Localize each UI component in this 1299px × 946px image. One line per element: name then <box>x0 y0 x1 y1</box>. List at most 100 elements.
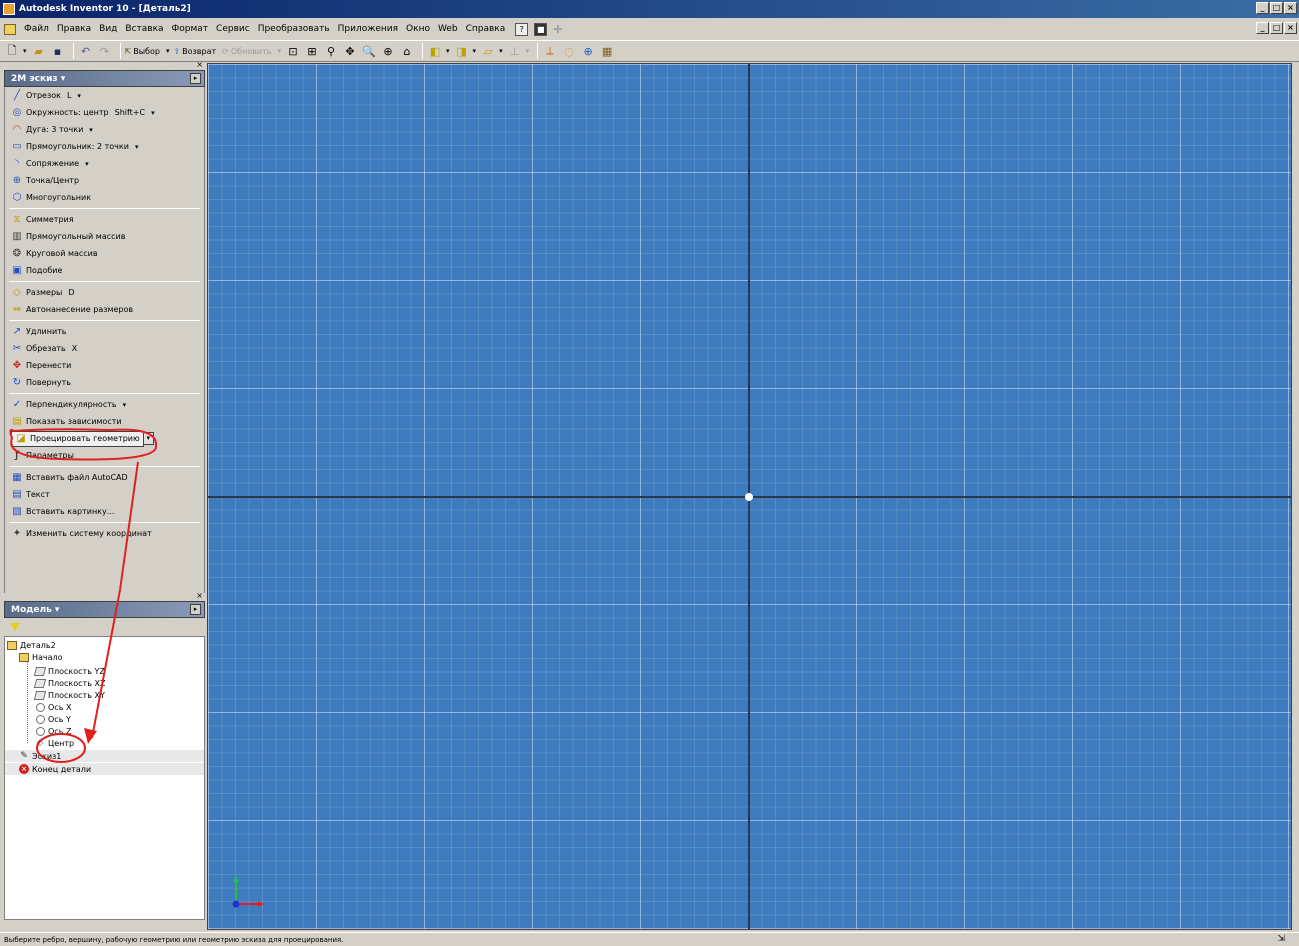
menu-view[interactable]: Вид <box>95 24 121 34</box>
project-geometry-button[interactable]: ◪ Проецировать геометрию <box>11 430 144 447</box>
doc-maximize-button[interactable]: □ <box>1270 22 1283 34</box>
menu-convert[interactable]: Преобразовать <box>254 24 334 34</box>
command-text[interactable]: ▤ Текст <box>5 486 204 503</box>
document-icon[interactable] <box>4 23 16 35</box>
origin-point[interactable] <box>745 493 753 501</box>
look-at-icon[interactable]: ⌂ <box>399 43 415 59</box>
command-line[interactable]: ╱ Отрезок L ▾ <box>5 87 204 104</box>
filter-icon[interactable] <box>10 623 20 631</box>
menu-insert[interactable]: Вставка <box>121 24 167 34</box>
maximize-button[interactable]: □ <box>1270 2 1283 14</box>
panel-close-icon[interactable]: × <box>196 60 203 69</box>
ground-shadow-icon[interactable]: ▱ <box>480 43 496 59</box>
doc-close-button[interactable]: × <box>1284 22 1297 34</box>
command-polygon[interactable]: ⬡ Многоугольник <box>5 189 204 206</box>
command-rect-pattern[interactable]: ▥ Прямоугольный массив <box>5 228 204 245</box>
browser-expand-icon[interactable]: ▸ <box>190 604 201 615</box>
redo-icon[interactable]: ↷ <box>97 43 113 59</box>
tree-item[interactable]: Ось Z <box>35 725 71 737</box>
grid-icon[interactable]: ▦ <box>599 43 615 59</box>
new-file-icon[interactable]: 🗋 <box>4 43 20 59</box>
section-dropdown-icon[interactable]: ▾ <box>526 47 530 55</box>
zoom-icon[interactable]: ⚲ <box>323 43 339 59</box>
chevron-down-icon[interactable]: ▾ <box>151 109 155 117</box>
crosshair-icon[interactable]: ✛ <box>553 23 562 36</box>
tree-item[interactable]: Плоскость XZ <box>33 677 105 689</box>
menu-tools[interactable]: Сервис <box>212 24 254 34</box>
shaded-display-icon[interactable]: ◧ <box>427 43 443 59</box>
tree-item[interactable]: Плоскость YZ <box>33 665 105 677</box>
update-dropdown-icon[interactable]: ▾ <box>278 47 282 55</box>
tree-item[interactable]: Плоскость XY <box>33 689 105 701</box>
panel-toggle-icon[interactable]: ■ <box>534 22 548 36</box>
command-circ-pattern[interactable]: ❂ Круговой массив <box>5 245 204 262</box>
tree-item[interactable]: Начало <box>19 651 63 663</box>
chevron-down-icon[interactable]: ▾ <box>135 143 139 151</box>
return-button[interactable]: ⇧ Возврат <box>173 47 216 56</box>
command-constraints[interactable]: ▤ Показать зависимости <box>5 413 204 430</box>
camera-icon[interactable]: ◨ <box>454 43 470 59</box>
command-dimension[interactable]: ◇ Размеры D <box>5 284 204 301</box>
camera-dropdown-icon[interactable]: ▾ <box>473 47 477 55</box>
slice-icon[interactable]: ⟂ <box>542 43 558 59</box>
resize-grip-icon[interactable]: ⇲ <box>1277 934 1285 944</box>
sketch-panel-header[interactable]: 2М эскиз ▾ ▸ <box>4 70 205 87</box>
close-button[interactable]: × <box>1284 2 1297 14</box>
chevron-down-icon[interactable]: ▾ <box>89 126 93 134</box>
save-icon[interactable]: ▪ <box>50 43 66 59</box>
chevron-down-icon[interactable]: ▾ <box>143 432 154 445</box>
menu-edit[interactable]: Правка <box>53 24 95 34</box>
model-panel-header[interactable]: Модель ▾ ▸ <box>4 601 205 618</box>
command-extend[interactable]: ↗ Удлинить <box>5 323 204 340</box>
tree-item[interactable]: Ось Y <box>35 713 71 725</box>
sketch-view-icon[interactable]: ◌ <box>561 43 577 59</box>
chevron-down-icon[interactable]: ▾ <box>123 401 127 409</box>
command-move[interactable]: ✥ Перенести <box>5 357 204 374</box>
minimize-button[interactable]: _ <box>1256 2 1269 14</box>
command-rectangle[interactable]: ▭ Прямоугольник: 2 точки ▾ <box>5 138 204 155</box>
command-fillet[interactable]: ◝ Сопряжение ▾ <box>5 155 204 172</box>
select-button[interactable]: ⇱ Выбор <box>125 47 160 56</box>
pan-icon[interactable]: ✥ <box>342 43 358 59</box>
panel-expand-icon[interactable]: ▸ <box>190 73 201 84</box>
menu-format[interactable]: Формат <box>168 24 213 34</box>
menu-window[interactable]: Окно <box>402 24 434 34</box>
command-circle[interactable]: ◎ Окружность: центр Shift+C ▾ <box>5 104 204 121</box>
command-perpendicular[interactable]: ✓ Перпендикулярность ▾ <box>5 396 204 413</box>
tree-item[interactable]: ◇ Центр <box>35 737 75 749</box>
tree-item[interactable]: Деталь2 <box>7 639 56 651</box>
command-arc[interactable]: ◠ Дуга: 3 точки ▾ <box>5 121 204 138</box>
command-project-geometry[interactable]: ◪ Проецировать геометрию ▾ <box>5 430 204 447</box>
help-icon[interactable]: ? <box>515 22 529 36</box>
section-icon[interactable]: ⊥ <box>507 43 523 59</box>
zoom-all-icon[interactable]: ⊡ <box>285 43 301 59</box>
command-mirror[interactable]: ⧖ Симметрия <box>5 211 204 228</box>
tree-item[interactable]: ✎ Эскиз1 <box>19 750 61 762</box>
command-autocad[interactable]: ▦ Вставить файл AutoCAD <box>5 469 204 486</box>
command-rotate[interactable]: ↻ Повернуть <box>5 374 204 391</box>
zoom-selected-icon[interactable]: 🔍 <box>361 43 377 59</box>
origin-icon[interactable]: ⊕ <box>580 43 596 59</box>
command-coordinate-system[interactable]: ✦ Изменить систему координат <box>5 525 204 542</box>
select-dropdown-icon[interactable]: ▾ <box>166 47 170 55</box>
command-trim[interactable]: ✂ Обрезать X <box>5 340 204 357</box>
browser-close-icon[interactable]: × <box>196 591 203 600</box>
chevron-down-icon[interactable]: ▾ <box>85 160 89 168</box>
menu-file[interactable]: Файл <box>20 24 53 34</box>
command-image[interactable]: ▧ Вставить картинку... <box>5 503 204 520</box>
shadow-dropdown-icon[interactable]: ▾ <box>499 47 503 55</box>
command-auto-dimension[interactable]: ⇔ Автонанесение размеров <box>5 301 204 318</box>
zoom-window-icon[interactable]: ⊞ <box>304 43 320 59</box>
command-offset[interactable]: ▣ Подобие <box>5 262 204 279</box>
display-dropdown-icon[interactable]: ▾ <box>446 47 450 55</box>
command-point[interactable]: ⊕ Точка/Центр <box>5 172 204 189</box>
menu-help[interactable]: Справка <box>462 24 510 34</box>
rotate-view-icon[interactable]: ⊕ <box>380 43 396 59</box>
sketch-canvas[interactable] <box>207 63 1292 930</box>
new-dropdown-icon[interactable]: ▾ <box>23 47 27 55</box>
doc-minimize-button[interactable]: _ <box>1256 22 1269 34</box>
tree-item[interactable]: Ось X <box>35 701 71 713</box>
tree-item[interactable]: × Конец детали <box>19 763 91 775</box>
undo-icon[interactable]: ↶ <box>78 43 94 59</box>
command-parameters[interactable]: ƒ Параметры <box>5 447 204 464</box>
